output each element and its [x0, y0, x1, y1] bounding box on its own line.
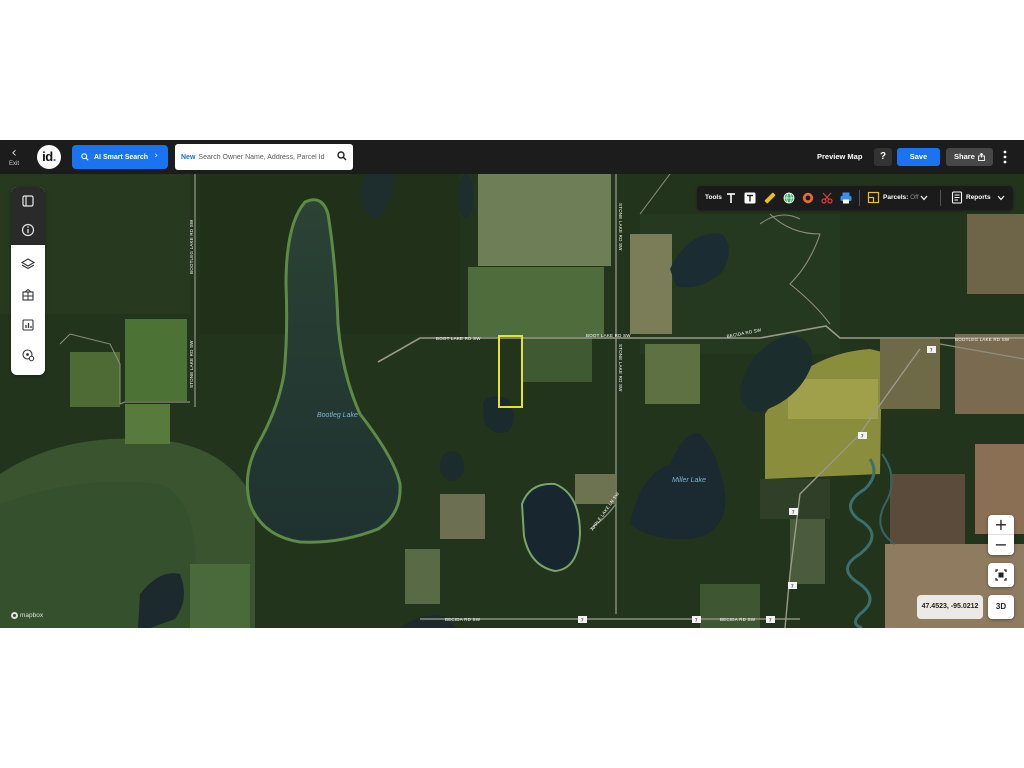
- tools-divider: [940, 190, 941, 206]
- ai-smart-search-button[interactable]: AI Smart Search ›: [72, 145, 168, 169]
- fit-bounds-button[interactable]: [988, 563, 1014, 587]
- chevron-right-icon: ›: [154, 151, 158, 161]
- preview-map-button[interactable]: Preview Map: [817, 152, 862, 161]
- road-label: BOOTLEG LAKE RD SW: [189, 219, 194, 274]
- chevron-down-icon: [920, 195, 928, 201]
- parcels-label: Parcels: Off: [883, 194, 919, 201]
- road-label: STONE LAKE RD SW: [189, 340, 194, 388]
- search-input[interactable]: [198, 153, 337, 161]
- attribution-text: mapbox: [20, 612, 44, 619]
- zoom-controls: + −: [988, 515, 1014, 555]
- coordinates-readout: 47.4523, -95.0212: [917, 595, 983, 619]
- new-badge: New: [181, 153, 196, 161]
- more-options-icon[interactable]: [1000, 149, 1010, 165]
- reports-dropdown[interactable]: Reports: [949, 190, 1009, 206]
- svg-text:BECIDA RD SW: BECIDA RD SW: [720, 617, 756, 622]
- reports-label: Reports: [966, 194, 991, 201]
- road-label: BECIDA RD SW: [445, 617, 481, 622]
- left-toolbar: [11, 187, 45, 375]
- exit-button[interactable]: ‹ Exit: [4, 146, 24, 170]
- map-attribution[interactable]: mapbox: [11, 612, 43, 619]
- lake-label: Bootleg Lake: [317, 412, 358, 419]
- ruler-icon[interactable]: [763, 191, 777, 205]
- chevron-down-icon: [997, 195, 1005, 201]
- panel-toggle-icon[interactable]: [20, 193, 36, 209]
- text-icon[interactable]: [724, 191, 738, 205]
- scissors-icon[interactable]: [820, 191, 834, 205]
- zoom-in-button[interactable]: +: [988, 515, 1014, 535]
- app-root: ‹ Exit id. AI Smart Search › New Preview…: [0, 140, 1024, 628]
- parcels-toggle[interactable]: Parcels: Off: [865, 190, 933, 206]
- search-box[interactable]: New: [175, 144, 353, 170]
- globe-pin-icon[interactable]: [782, 191, 796, 205]
- buildings-icon[interactable]: [20, 287, 36, 303]
- 3d-toggle-button[interactable]: 3D: [988, 595, 1014, 619]
- reports-icon: [951, 191, 963, 204]
- lake-label: Miller Lake: [672, 477, 706, 484]
- search-icon[interactable]: [337, 151, 347, 161]
- share-icon: [978, 153, 985, 161]
- tools-label: Tools: [705, 194, 722, 201]
- save-button[interactable]: Save: [897, 148, 940, 166]
- exit-label: Exit: [8, 161, 19, 167]
- logo-text: id: [42, 149, 53, 164]
- map-imagery: BOOT LAKE RD SW BOOT LAKE RD SW BECIDA R…: [0, 174, 1024, 628]
- share-button[interactable]: Share: [946, 148, 993, 166]
- road-label: BOOT LAKE RD SW: [586, 333, 631, 338]
- parcels-state: Off: [910, 194, 919, 201]
- road-label: STONE LAKE RD SW: [618, 203, 623, 251]
- location-settings-icon[interactable]: [20, 347, 36, 363]
- tools-bar: Tools Parcels: Off Reports: [697, 186, 1013, 210]
- logo-dot: .: [52, 149, 57, 164]
- mapbox-logo-icon: [11, 612, 18, 619]
- app-logo[interactable]: id.: [37, 145, 61, 169]
- layers-icon[interactable]: [20, 256, 36, 272]
- search-icon: [81, 153, 89, 161]
- road-label: BOOT LAKE RD SW: [436, 336, 481, 341]
- field: [125, 319, 187, 401]
- report-chart-icon[interactable]: [20, 317, 36, 333]
- zoom-out-button[interactable]: −: [988, 535, 1014, 555]
- radius-icon[interactable]: [801, 191, 815, 205]
- chevron-left-icon: ‹: [11, 145, 17, 161]
- info-icon[interactable]: [20, 222, 36, 238]
- ai-smart-search-label: AI Smart Search: [94, 153, 149, 161]
- tools-divider: [859, 190, 860, 206]
- help-button[interactable]: ?: [874, 148, 892, 166]
- text-box-icon[interactable]: [743, 191, 757, 205]
- focus-frame-icon: [995, 569, 1007, 581]
- share-label: Share: [954, 152, 975, 161]
- print-icon[interactable]: [839, 191, 853, 205]
- parcel-grid-icon: [867, 191, 880, 204]
- satellite-map[interactable]: BOOT LAKE RD SW BOOT LAKE RD SW BECIDA R…: [0, 174, 1024, 628]
- top-bar: ‹ Exit id. AI Smart Search › New Preview…: [0, 140, 1024, 174]
- road-label: BOOTLEG LAKE RD SW: [955, 337, 1010, 342]
- road-label: STONE LAKE RD SW: [618, 344, 623, 392]
